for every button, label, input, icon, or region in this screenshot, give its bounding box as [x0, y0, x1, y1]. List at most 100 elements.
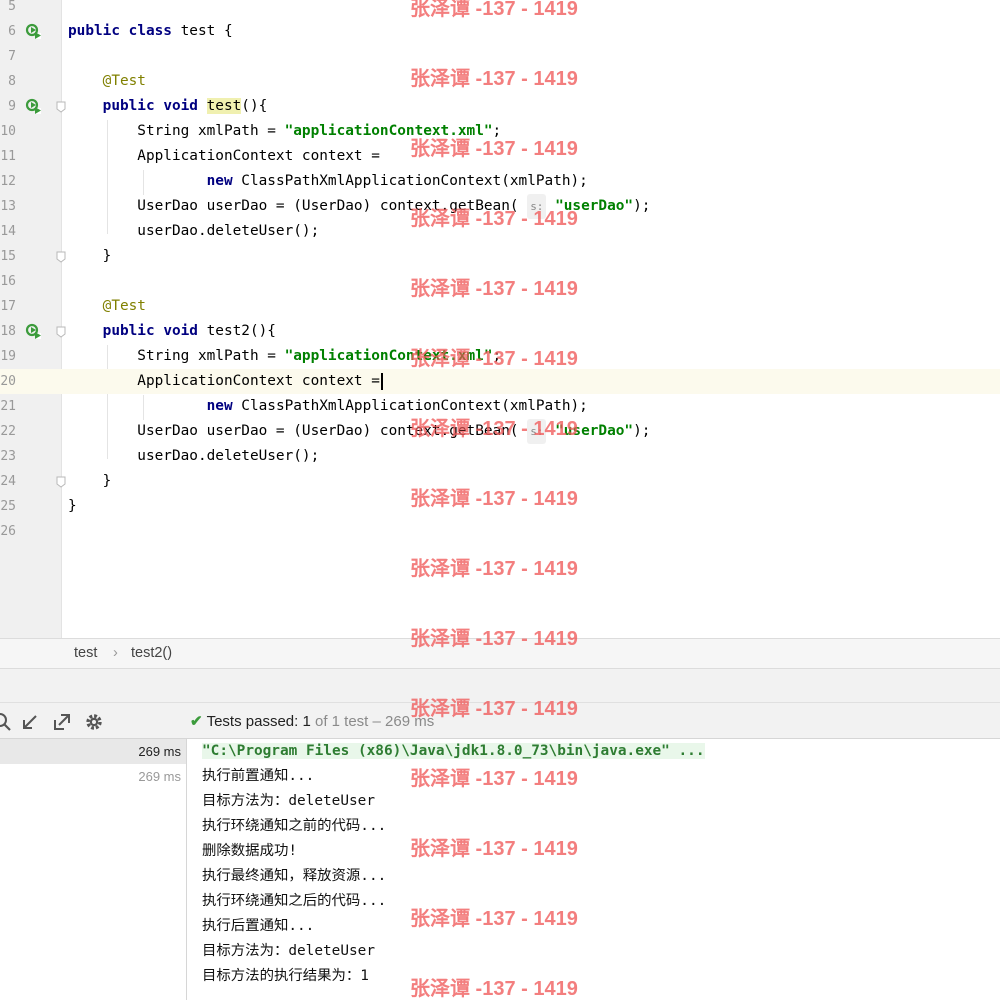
tests-status-detail: of 1 test – 269 ms: [314, 713, 435, 730]
code-line[interactable]: 19 String xmlPath = "applicationContext.…: [0, 344, 1000, 369]
code-token: test2(){: [197, 323, 276, 339]
code-line[interactable]: 17 @Test: [0, 294, 1000, 319]
line-number: 17: [0, 299, 16, 314]
line-number: 25: [0, 499, 16, 514]
breadcrumb: test › test2(): [0, 638, 1000, 669]
search-icon[interactable]: [0, 712, 12, 732]
code-token: ClassPathXmlApplicationContext(xmlPath);: [232, 173, 588, 189]
console-text: 执行环绕通知之前的代码...: [202, 818, 387, 834]
console-text: 执行环绕通知之后的代码...: [202, 893, 387, 909]
code-token: (){: [241, 98, 268, 114]
code-text: UserDao userDao = (UserDao) context.getB…: [68, 194, 650, 219]
code-line[interactable]: 8 @Test: [0, 69, 1000, 94]
code-line[interactable]: 11 ApplicationContext context =: [0, 144, 1000, 169]
code-line[interactable]: 22 UserDao userDao = (UserDao) context.g…: [0, 419, 1000, 444]
code-line[interactable]: 21 new ClassPathXmlApplicationContext(xm…: [0, 394, 1000, 419]
code-token: ;: [492, 348, 502, 364]
line-number: 6: [8, 24, 16, 39]
code-editor[interactable]: 5 6 public class test {7 8 @Test 9 public vo…: [0, 0, 1000, 638]
code-token: public: [102, 98, 155, 114]
fold-icon[interactable]: [56, 476, 66, 488]
collapse-all-icon[interactable]: [20, 712, 40, 732]
code-line[interactable]: 23 userDao.deleteUser();: [0, 444, 1000, 469]
code-line[interactable]: 5: [0, 0, 1000, 19]
code-line[interactable]: 15 }: [0, 244, 1000, 269]
code-line[interactable]: 20 ApplicationContext context =: [0, 369, 1000, 394]
fold-icon[interactable]: [56, 326, 66, 338]
console-line: 删除数据成功!: [202, 839, 1000, 864]
console-line: 执行后置通知...: [202, 914, 1000, 939]
line-number: 19: [0, 349, 16, 364]
line-number: 26: [0, 524, 16, 539]
code-token: );: [633, 198, 651, 214]
text-caret: [380, 372, 383, 390]
test-results-tree: 269 ms 269 ms: [0, 739, 187, 1000]
line-number: 24: [0, 474, 16, 489]
test-tree-row[interactable]: 269 ms: [0, 764, 186, 789]
check-icon: ✔: [190, 713, 203, 730]
code-text: String xmlPath = "applicationContext.xml…: [68, 119, 501, 144]
line-number: 8: [8, 74, 16, 89]
code-token: new: [206, 398, 233, 414]
run-test-icon[interactable]: [25, 323, 41, 339]
line-number: 13: [0, 199, 16, 214]
line-number: 14: [0, 224, 16, 239]
code-token: "userDao": [555, 423, 634, 439]
breadcrumb-method[interactable]: test2(): [131, 645, 172, 661]
breadcrumb-class[interactable]: test: [74, 645, 97, 661]
code-line[interactable]: 25}: [0, 494, 1000, 519]
code-line[interactable]: 9 public void test(){: [0, 94, 1000, 119]
line-number: 21: [0, 399, 16, 414]
code-line[interactable]: 26: [0, 519, 1000, 544]
code-token: }: [68, 473, 112, 489]
console-text: 执行前置通知...: [202, 768, 315, 784]
line-number: 7: [8, 49, 16, 64]
console-text: 执行后置通知...: [202, 918, 315, 934]
gear-icon[interactable]: [84, 712, 104, 732]
code-line[interactable]: 7: [0, 44, 1000, 69]
console-line: 执行前置通知...: [202, 764, 1000, 789]
console-line: 目标方法为：deleteUser: [202, 939, 1000, 964]
line-number: 11: [0, 149, 16, 164]
tests-status: ✔ Tests passed: 1 of 1 test – 269 ms: [190, 712, 434, 730]
code-token: "userDao": [555, 198, 634, 214]
code-line[interactable]: 14 userDao.deleteUser();: [0, 219, 1000, 244]
code-line[interactable]: 16: [0, 269, 1000, 294]
test-duration: 269 ms: [138, 769, 181, 784]
code-token: );: [633, 423, 651, 439]
code-text: ApplicationContext context =: [68, 144, 380, 169]
run-test-icon[interactable]: [25, 23, 41, 39]
line-number: 15: [0, 249, 16, 264]
fold-icon[interactable]: [56, 101, 66, 113]
line-number: 12: [0, 174, 16, 189]
code-line[interactable]: 13 UserDao userDao = (UserDao) context.g…: [0, 194, 1000, 219]
line-number: 23: [0, 449, 16, 464]
code-text: new ClassPathXmlApplicationContext(xmlPa…: [68, 394, 588, 419]
code-text: public void test(){: [68, 94, 267, 119]
code-token: UserDao userDao = (UserDao) context.getB…: [68, 423, 528, 439]
code-line[interactable]: 10 String xmlPath = "applicationContext.…: [0, 119, 1000, 144]
parameter-hint: s:: [527, 419, 547, 444]
code-line[interactable]: 12 new ClassPathXmlApplicationContext(xm…: [0, 169, 1000, 194]
code-token: class: [128, 23, 172, 39]
code-text: @Test: [68, 69, 146, 94]
code-token: ;: [492, 123, 502, 139]
expand-all-icon[interactable]: [52, 712, 72, 732]
code-line[interactable]: 24 }: [0, 469, 1000, 494]
code-line[interactable]: 18 public void test2(){: [0, 319, 1000, 344]
test-tree-row[interactable]: 269 ms: [0, 739, 186, 764]
line-number: 20: [0, 374, 16, 389]
test-duration: 269 ms: [138, 744, 181, 759]
console-output[interactable]: "C:\Program Files (x86)\Java\jdk1.8.0_73…: [187, 739, 1000, 1000]
code-text: @Test: [68, 294, 146, 319]
code-line[interactable]: 6 public class test {: [0, 19, 1000, 44]
run-test-icon[interactable]: [25, 98, 41, 114]
fold-icon[interactable]: [56, 251, 66, 263]
